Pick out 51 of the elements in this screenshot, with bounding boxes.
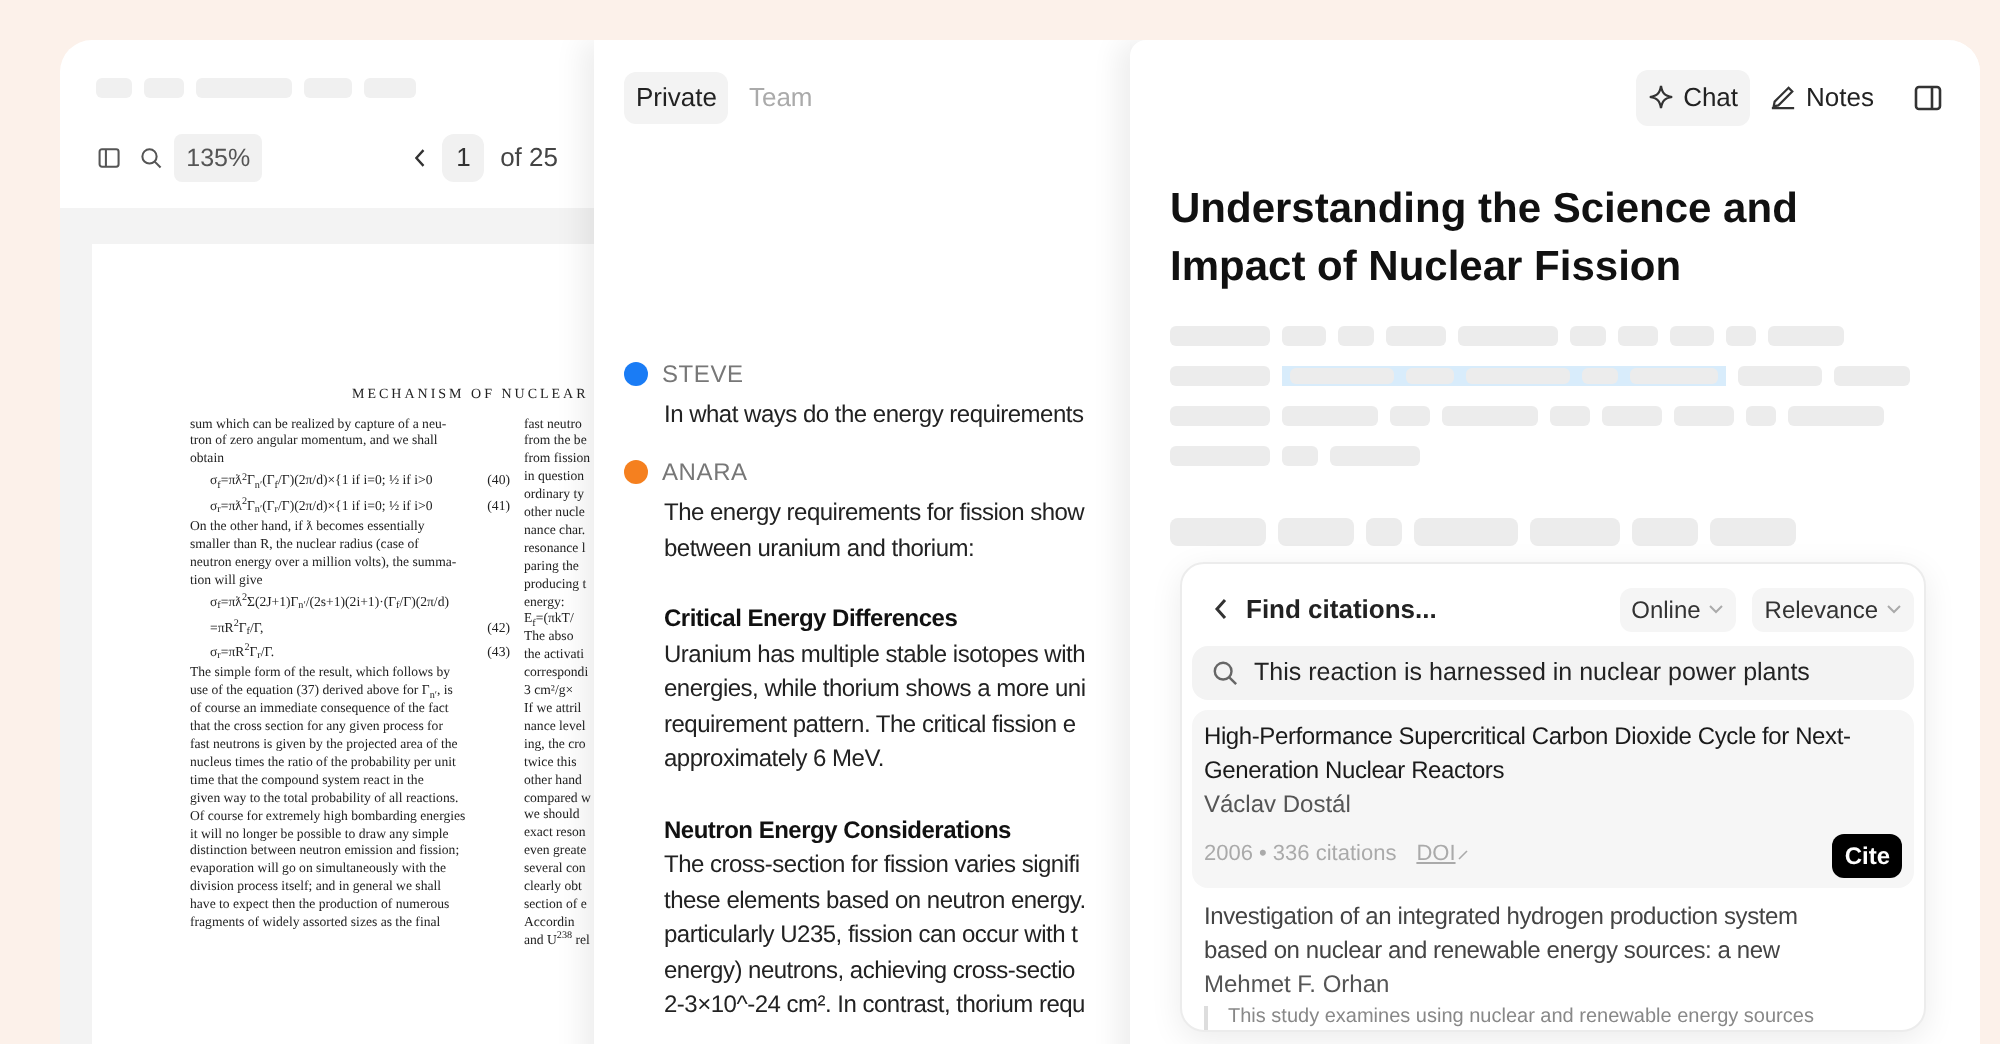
page-count: of 25 bbox=[500, 140, 558, 177]
chevron-down-icon bbox=[1708, 604, 1725, 614]
search-icon bbox=[1212, 659, 1238, 685]
result-title: High-Performance Supercritical Carbon Dioxide Cycle for Next-Generation Nuclear Reactors bbox=[1204, 719, 1853, 787]
page-number-field[interactable]: 1 bbox=[442, 134, 485, 182]
filter-dropdown[interactable]: Online bbox=[1619, 587, 1737, 631]
result-title: Investigation of an integrated hydrogen production system based on nuclear and renewable energy sources: a new bbox=[1204, 899, 1800, 967]
skeleton-bar bbox=[1290, 367, 1394, 383]
message-text: energies, while thorium shows a more uni bbox=[664, 672, 1088, 706]
zoom-level[interactable]: 135% bbox=[174, 133, 263, 183]
message-text: energy) neutrons, achieving cross-sectio bbox=[664, 953, 1077, 987]
pencil-icon bbox=[1770, 84, 1797, 111]
filter-dropdown[interactable]: Relevance bbox=[1752, 587, 1914, 631]
skeleton-bar bbox=[1630, 367, 1718, 383]
note-title: Understanding the Science and Impact of Nuclear Fission bbox=[1168, 183, 1800, 293]
message-text: In what ways do the energy requirements bbox=[664, 397, 1086, 431]
message-text: between uranium and thorium: bbox=[664, 531, 977, 565]
message-text: Uranium has multiple stable isotopes with bbox=[664, 637, 1088, 671]
mode-tab[interactable]: Chat bbox=[1635, 70, 1751, 125]
message-text: particularly U235, fission can occur with t bbox=[664, 918, 1080, 952]
search-icon[interactable] bbox=[140, 144, 163, 172]
message-text: these elements based on neutron energy. bbox=[664, 883, 1088, 917]
message-text: requirement pattern. The critical fission e bbox=[664, 707, 1078, 741]
visibility-tab[interactable]: Private bbox=[624, 72, 729, 123]
result-author: Václav Dostál bbox=[1204, 787, 1353, 821]
mode-tab[interactable]: Notes bbox=[1758, 70, 1886, 125]
result-meta: 2006 • 336 citations bbox=[1204, 840, 1397, 871]
search-field[interactable]: This reaction is harnessed in nuclear power plants bbox=[1192, 645, 1914, 699]
sidebar-icon[interactable] bbox=[98, 144, 121, 172]
message-text: 2-3×10^-24 cm². In contrast, thorium requ bbox=[664, 988, 1087, 1022]
sparkle-icon bbox=[1647, 84, 1674, 111]
skeleton-bar bbox=[1466, 367, 1570, 383]
message-text: The cross-section for fission varies signifi bbox=[664, 848, 1082, 882]
citation-result[interactable]: High-Performance Supercritical Carbon Dioxide Cycle for Next-Generation Nuclear Reactors Václav Dostál 2006 • 336 citations DOI Cite bbox=[1192, 709, 1914, 887]
back-chevron-icon[interactable] bbox=[1214, 598, 1228, 620]
skeleton-bar bbox=[1406, 367, 1454, 383]
message-heading: Neutron Energy Considerations bbox=[664, 813, 1013, 847]
author-name: ANARA bbox=[662, 456, 748, 490]
result-author: Mehmet F. Orhan bbox=[1204, 967, 1392, 1001]
chevron-left-icon[interactable] bbox=[414, 146, 427, 170]
popup-title: Find citations... bbox=[1246, 591, 1437, 628]
message-text: The energy requirements for fission show bbox=[664, 496, 1087, 530]
author-name: STEVE bbox=[662, 357, 744, 391]
message-heading: Critical Energy Differences bbox=[664, 602, 960, 636]
message-text: approximately 6 MeV. bbox=[664, 742, 886, 776]
skeleton-bar bbox=[1582, 367, 1618, 383]
chevron-down-icon bbox=[1886, 604, 1902, 614]
sidebar-toggle-icon[interactable] bbox=[1914, 83, 1942, 112]
cite-button[interactable]: Cite bbox=[1832, 833, 1902, 877]
result-snippet: This study examines using nuclear and renewable energy sources bbox=[1204, 1005, 1902, 1029]
external-link-icon bbox=[1457, 850, 1468, 860]
